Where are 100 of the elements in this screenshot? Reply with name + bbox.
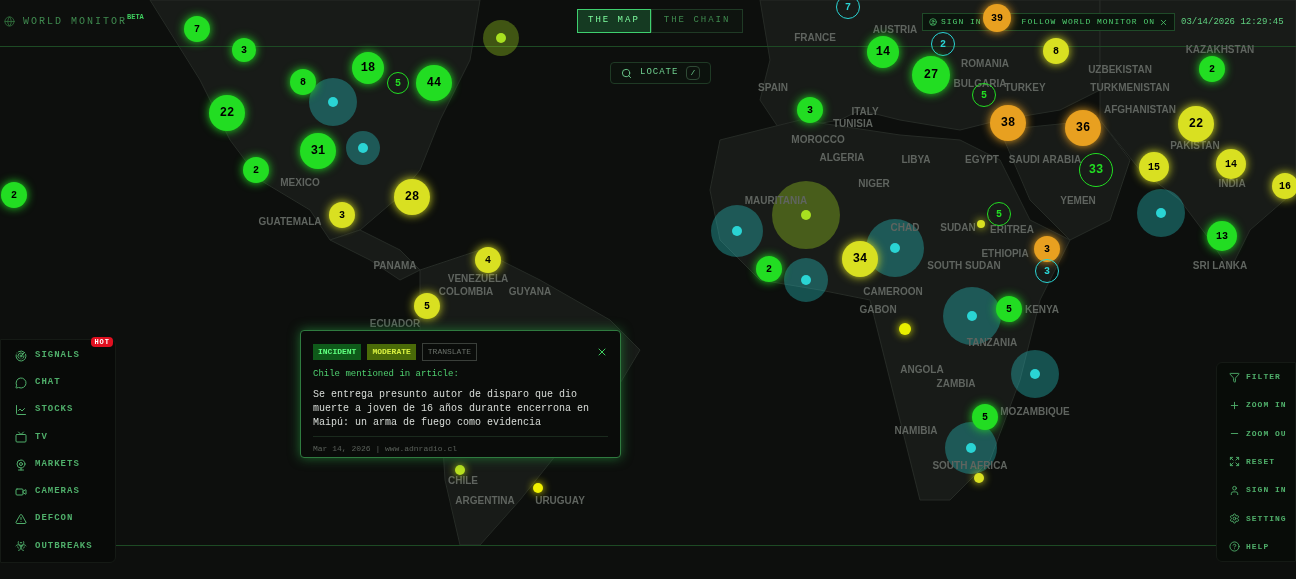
zone-marker[interactable] — [1137, 189, 1185, 237]
country-label: NAMIBIA — [894, 425, 938, 437]
cluster-marker[interactable]: 36 — [1065, 110, 1101, 146]
popup-heading: Chile mentioned in article: — [313, 368, 460, 381]
country-label: KAZAKHSTAN — [1185, 44, 1255, 56]
country-label: GUYANA — [508, 286, 552, 298]
user-icon — [929, 18, 937, 26]
tool-item[interactable]: ZOOM IN — [1217, 399, 1295, 412]
cluster-marker[interactable]: 2 — [1, 182, 27, 208]
country-label: SUDAN — [940, 222, 976, 234]
country-label: SOUTH SUDAN — [927, 260, 1001, 272]
country-label: ETHIOPIA — [981, 248, 1029, 260]
country-label: CHAD — [890, 222, 920, 234]
locate-button[interactable]: LOCATE / — [610, 62, 712, 84]
point-marker[interactable] — [974, 473, 984, 483]
menu-item[interactable]: TV — [1, 430, 115, 445]
date-time: 03/14/2026 12:29:45 — [1181, 16, 1284, 29]
settings-icon — [1229, 513, 1240, 525]
menu-item[interactable]: OUTBREAKS — [1, 539, 115, 554]
country-label: CHILE — [448, 475, 478, 487]
country-label: SPAIN — [758, 82, 788, 94]
tool-item[interactable]: SETTING — [1217, 512, 1295, 525]
user-icon — [1229, 484, 1240, 496]
search-icon — [621, 67, 632, 79]
menu-item[interactable]: DEFCON — [1, 512, 115, 526]
menu-item[interactable]: MARKETS — [1, 457, 115, 472]
sign-in-link[interactable]: SIGN IN — [941, 16, 982, 28]
country-label: TURKEY — [1004, 82, 1046, 94]
plus-icon — [1229, 399, 1240, 411]
menu-item[interactable]: CHAT — [1, 376, 115, 390]
country-label: EGYPT — [965, 154, 999, 166]
article-headline: Se entrega presunto autor de disparo que dio muerte a joven de 16 años durante encerrona en Maipú: un arma de fuego como evidencia — [313, 387, 591, 430]
view-tab[interactable]: THE CHAIN — [650, 9, 744, 33]
menu-item[interactable]: CAMERAS — [1, 485, 115, 499]
app-title: WORLD MONITOR — [23, 16, 127, 29]
cluster-marker[interactable]: 5 — [414, 293, 440, 319]
country-label: COLOMBIA — [438, 286, 494, 298]
country-label: ECUADOR — [369, 318, 421, 330]
tool-item[interactable]: RESET — [1217, 456, 1295, 468]
country-label: URUGUAY — [535, 495, 585, 507]
severity-tag: MODERATE — [367, 344, 416, 360]
country-label: SAUDI ARABIA — [1008, 154, 1082, 166]
country-label: ANGOLA — [900, 364, 944, 376]
menu-item[interactable]: STOCKS — [1, 403, 115, 417]
country-label: PANAMA — [373, 260, 417, 272]
zone-marker[interactable] — [346, 131, 380, 165]
country-label: YEMEN — [1060, 195, 1096, 207]
country-label: MOROCCO — [791, 134, 845, 146]
tool-item[interactable]: FILTER — [1217, 371, 1295, 384]
tool-item[interactable]: SIGN IN — [1217, 484, 1295, 497]
country-label: FRANCE — [794, 32, 836, 44]
radar-icon — [15, 349, 27, 362]
country-label: GABON — [859, 304, 897, 316]
warning-icon — [15, 513, 27, 526]
cluster-marker[interactable]: 2 — [243, 157, 269, 183]
point-marker[interactable] — [455, 465, 465, 475]
country-label: ZAMBIA — [936, 378, 976, 390]
view-tab[interactable]: THE MAP — [577, 9, 651, 33]
tool-item[interactable]: HELP — [1217, 540, 1295, 553]
point-marker[interactable] — [977, 220, 985, 228]
article-meta: Mar 14, 2026 | www.adnradio.cl — [313, 442, 459, 455]
country-label: UZBEKISTAN — [1088, 64, 1152, 76]
type-tag: INCIDENT — [313, 344, 362, 360]
country-label: TURKMENISTAN — [1090, 82, 1170, 94]
cluster-marker[interactable]: 4 — [475, 247, 501, 273]
translate-button[interactable]: TRANSLATE — [421, 343, 478, 361]
video-camera-icon — [15, 485, 27, 498]
country-label: KENYA — [1024, 304, 1060, 316]
expand-icon — [1229, 456, 1240, 468]
country-label: MEXICO — [280, 177, 320, 189]
country-label: INDIA — [1218, 178, 1246, 190]
zone-marker[interactable] — [784, 258, 828, 302]
webcam-icon — [15, 458, 27, 471]
help-icon — [1229, 541, 1240, 553]
point-marker[interactable] — [533, 483, 543, 493]
tv-icon — [15, 431, 27, 444]
tool-item[interactable]: ZOOM OU — [1217, 427, 1295, 440]
country-label: ITALY — [851, 106, 879, 118]
country-label: PAKISTAN — [1170, 140, 1220, 152]
country-label: LIBYA — [901, 154, 931, 166]
cluster-marker[interactable]: 28 — [394, 179, 430, 215]
country-label: ERITREA — [990, 224, 1034, 236]
country-label: MOZAMBIQUE — [1000, 406, 1070, 418]
country-label: TUNISIA — [833, 118, 873, 130]
country-label: AUSTRIA — [872, 24, 918, 36]
country-label: TANZANIA — [966, 337, 1018, 349]
country-label: SRI LANKA — [1192, 260, 1248, 272]
zone-marker[interactable] — [309, 78, 357, 126]
zone-marker[interactable] — [711, 205, 763, 257]
x-logo-icon[interactable] — [1159, 17, 1169, 27]
country-label: ALGERIA — [819, 152, 865, 164]
close-icon[interactable] — [596, 346, 608, 358]
zone-marker[interactable] — [1011, 350, 1059, 398]
chat-bubble-icon — [15, 376, 27, 389]
country-label: ARGENTINA — [455, 495, 515, 507]
line-chart-icon — [15, 404, 27, 417]
zone-marker[interactable] — [483, 20, 519, 56]
country-label: VENEZUELA — [447, 273, 509, 285]
country-label: AFGHANISTAN — [1104, 104, 1176, 116]
shortcut-key: / — [686, 66, 701, 80]
